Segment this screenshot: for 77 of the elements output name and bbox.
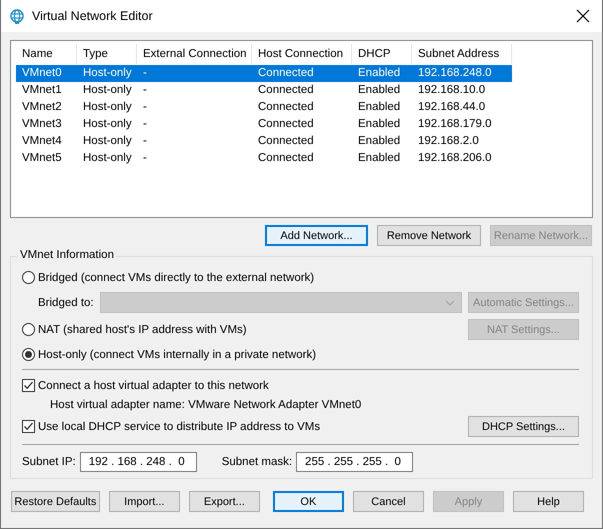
column-header[interactable]: Subnet Address (412, 44, 512, 64)
table-cell-text: 192.168.2.0 (417, 134, 480, 149)
table-cell-text: VMnet0 (21, 66, 63, 81)
radio-button[interactable] (22, 271, 35, 284)
table-cell-text: VMnet1 (21, 83, 63, 98)
table-cell-text: Connected (257, 83, 315, 98)
table-cell-text: Host-only (82, 100, 133, 115)
table-cell-text: - (142, 83, 148, 98)
table-cell-text: 192.168.248.0 (417, 66, 493, 81)
ip-field[interactable]: 192 . 168 . 248 . 0 (80, 452, 197, 472)
table-cell-text: 192.168.179.0 (417, 117, 493, 132)
table-cell-text: 192.168.206.0 (417, 151, 493, 166)
dialog-button[interactable]: OK (272, 491, 344, 512)
table-row[interactable]: VMnet3 Host-only - Connected Enabled 192.168.179.0 (16, 116, 512, 133)
column-header[interactable]: Host Connection (252, 44, 352, 64)
table-cell-text: - (142, 151, 148, 166)
table-cell-text: VMnet3 (21, 117, 63, 132)
dialog-button[interactable]: Export... (188, 491, 260, 512)
dialog-button[interactable]: Cancel (352, 491, 424, 512)
window-title: Virtual Network Editor (32, 9, 154, 23)
table-cell-text: Connected (257, 151, 315, 166)
checkbox[interactable] (22, 379, 35, 392)
radio-button[interactable] (22, 348, 35, 361)
table-cell-text: Host-only (82, 151, 133, 166)
dialog-button[interactable]: Help (512, 491, 584, 512)
table-cell-text: - (142, 100, 148, 115)
settings-button[interactable]: DHCP Settings... (468, 416, 579, 437)
column-header[interactable]: Type (77, 44, 137, 64)
table-cell-text: Enabled (357, 83, 402, 98)
table-row[interactable]: VMnet5 Host-only - Connected Enabled 192.168.206.0 (16, 150, 512, 167)
table-cell-text: Host-only (82, 83, 133, 98)
column-header[interactable]: Name (16, 44, 77, 64)
table-cell-text: VMnet2 (21, 100, 63, 115)
dialog-button[interactable]: Restore Defaults (11, 491, 100, 512)
table-row[interactable]: VMnet0 Host-only - Connected Enabled 192.168.248.0 (16, 65, 512, 82)
option-label[interactable]: Bridged (connect VMs directly to the external network) (38, 272, 314, 284)
table-cell-text: - (142, 117, 148, 132)
radio-button[interactable] (22, 323, 35, 336)
column-header[interactable]: DHCP (352, 44, 412, 64)
globe-icon (10, 8, 24, 24)
option-label[interactable]: Host-only (connect VMs internally in a private network) (38, 348, 316, 360)
network-button[interactable]: Add Network... (265, 225, 368, 246)
table-cell-text: VMnet4 (21, 134, 63, 149)
adapter-name-text: Host virtual adapter name: VMware Network Adapter VMnet0 (50, 398, 362, 410)
table-cell-text: Host-only (82, 117, 133, 132)
column-header[interactable]: External Connection (137, 44, 252, 64)
table-cell-text: Enabled (357, 66, 402, 81)
dialog-button[interactable]: Import... (108, 491, 180, 512)
option-label[interactable]: NAT (shared host's IP address with VMs) (38, 324, 247, 336)
checkbox[interactable] (22, 420, 35, 433)
table-cell-text: Host-only (82, 66, 133, 81)
table-cell-text: Enabled (357, 151, 402, 166)
option-label[interactable]: Connect a host virtual adapter to this network (38, 380, 269, 392)
table-cell-text: Enabled (357, 100, 402, 115)
table-cell-text: - (142, 134, 148, 149)
field-label: Subnet mask: (222, 456, 292, 468)
table-cell-text: Connected (257, 117, 315, 132)
option-label[interactable]: Use local DHCP service to distribute IP address to VMs (38, 420, 320, 432)
table-cell-text: - (142, 66, 148, 81)
table-cell-text: Enabled (357, 117, 402, 132)
table-cell-text: VMnet5 (21, 151, 63, 166)
group-title: VMnet Information (18, 249, 116, 261)
table-cell-text: Connected (257, 100, 315, 115)
table-row[interactable]: VMnet2 Host-only - Connected Enabled 192.168.44.0 (16, 99, 512, 116)
table-cell-text: Connected (257, 66, 315, 81)
field-label: Bridged to: (38, 296, 94, 308)
field-label: Subnet IP: (22, 456, 76, 468)
table-row[interactable]: VMnet4 Host-only - Connected Enabled 192.168.2.0 (16, 133, 512, 150)
table-cell-text: Connected (257, 134, 315, 149)
table-cell-text: Enabled (357, 134, 402, 149)
table-cell-text: 192.168.44.0 (417, 100, 486, 115)
close-icon[interactable] (576, 9, 590, 23)
table-row[interactable]: VMnet1 Host-only - Connected Enabled 192.168.10.0 (16, 82, 512, 99)
table-cell-text: 192.168.10.0 (417, 83, 486, 98)
network-button[interactable]: Remove Network (377, 225, 481, 246)
table-cell-text: Host-only (82, 134, 133, 149)
ip-field[interactable]: 255 . 255 . 255 . 0 (296, 452, 414, 472)
